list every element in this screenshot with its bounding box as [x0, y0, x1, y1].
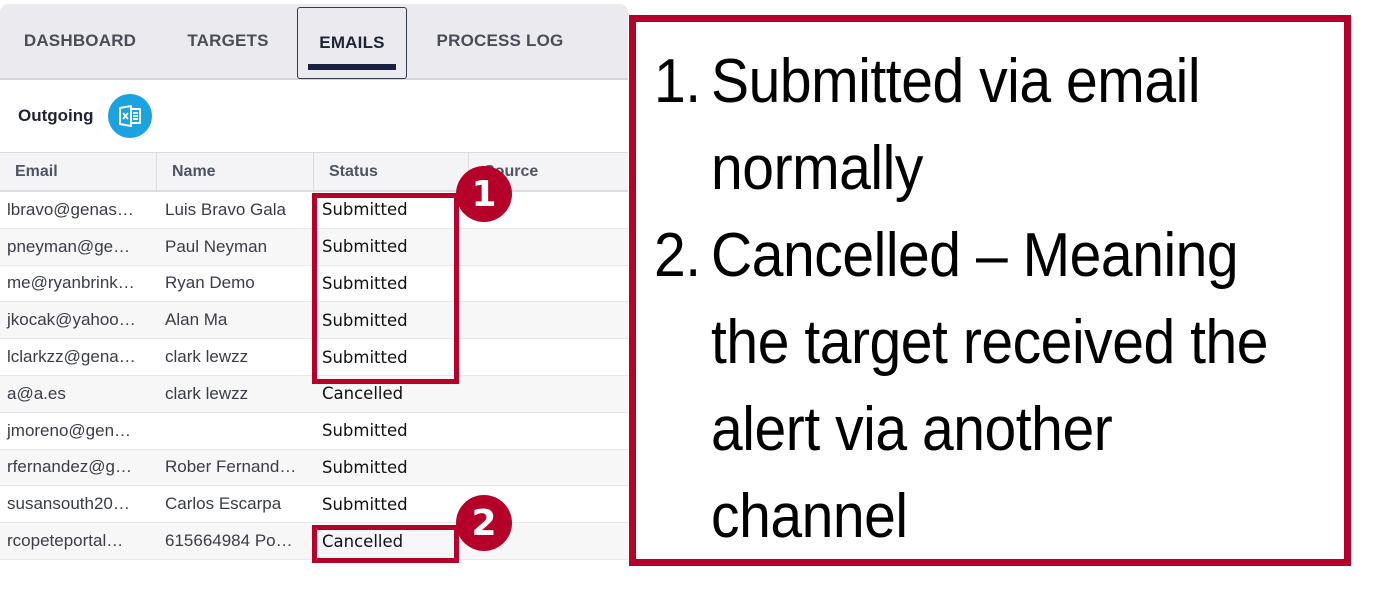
emails-panel: DASHBOARD TARGETS EMAILS PROCESS LOG Out…: [0, 4, 628, 584]
name-cell: clark lewzz: [165, 383, 249, 403]
name-cell: Paul Neyman: [165, 236, 268, 256]
source-cell: [469, 339, 628, 375]
table-row[interactable]: lclarkzz@gena… clark lewzz Submitted: [0, 339, 628, 376]
status-cell: Submitted: [322, 457, 408, 477]
export-excel-button[interactable]: [107, 94, 152, 138]
status-cell: Cancelled: [322, 384, 404, 404]
annotation-badge-2: 2: [456, 495, 512, 551]
status-cell: Submitted: [322, 237, 408, 257]
active-tab-indicator: [308, 64, 396, 70]
name-cell: Ryan Demo: [165, 273, 255, 293]
status-cell: Submitted: [322, 200, 408, 220]
tab-emails[interactable]: EMAILS: [297, 7, 407, 79]
source-cell: [469, 450, 628, 486]
callout-text: Submitted via email normally: [711, 47, 1201, 203]
section-header: Outgoing: [0, 80, 628, 152]
table-row[interactable]: jkocak@yahoo… Alan Ma Submitted: [0, 302, 628, 340]
status-cell: Submitted: [322, 494, 408, 514]
name-cell: Alan Ma: [165, 310, 228, 330]
tab-bar: DASHBOARD TARGETS EMAILS PROCESS LOG: [0, 4, 628, 80]
tab-label: TARGETS: [187, 31, 269, 50]
table-row[interactable]: me@ryanbrink… Ryan Demo Submitted: [0, 265, 628, 303]
email-cell: rcopeteportal…: [7, 531, 124, 551]
table-row[interactable]: lbravo@genas… Luis Bravo Gala Submitted: [0, 192, 628, 229]
annotation-badge-1: 1: [456, 166, 512, 222]
status-cell: Submitted: [322, 273, 408, 293]
name-cell: [157, 413, 314, 449]
status-cell: Submitted: [322, 421, 408, 441]
source-cell: [469, 229, 628, 265]
name-cell: Luis Bravo Gala: [165, 199, 286, 219]
table-body: lbravo@genas… Luis Bravo Gala Submitted …: [0, 192, 628, 560]
email-cell: rfernandez@g…: [7, 457, 132, 477]
status-cell: Cancelled: [322, 531, 404, 551]
table-row[interactable]: susansouth20… Carlos Escarpa Submitted: [0, 486, 628, 524]
source-cell: [469, 413, 628, 449]
tab-label: PROCESS LOG: [436, 31, 564, 50]
status-cell: Submitted: [322, 310, 408, 330]
email-cell: a@a.es: [7, 383, 66, 403]
email-cell: lbravo@genas…: [7, 199, 134, 219]
email-cell: jkocak@yahoo…: [7, 310, 136, 330]
table-row[interactable]: a@a.es clark lewzz Cancelled: [0, 375, 628, 413]
callout-item-1: 1. Submitted via email normally: [654, 38, 1289, 212]
name-cell: Rober Fernand…: [165, 457, 297, 477]
tab-label: EMAILS: [319, 33, 385, 52]
email-cell: me@ryanbrink…: [7, 273, 135, 293]
email-cell: jmoreno@gen…: [7, 420, 132, 440]
callout-number: 1.: [654, 47, 701, 116]
tab-dashboard[interactable]: DASHBOARD: [6, 4, 154, 78]
column-header-name[interactable]: Name: [157, 153, 314, 190]
legend-callout: 1. Submitted via email normally 2. Cance…: [629, 15, 1351, 566]
tab-targets[interactable]: TARGETS: [168, 4, 288, 78]
excel-export-icon: [118, 105, 141, 127]
source-cell: [469, 376, 628, 412]
table-row[interactable]: pneyman@ge… Paul Neyman Submitted: [0, 228, 628, 266]
source-cell: [469, 266, 628, 302]
callout-text: Cancelled – Meaning the target received …: [711, 221, 1269, 551]
source-cell: [469, 302, 628, 338]
emails-table: Email Name Status Source lbravo@genas… L…: [0, 152, 628, 560]
table-row[interactable]: rfernandez@g… Rober Fernand… Submitted: [0, 449, 628, 487]
section-title: Outgoing: [18, 106, 94, 125]
email-cell: pneyman@ge…: [7, 236, 131, 256]
column-header-status[interactable]: Status: [314, 153, 469, 190]
callout-item-2: 2. Cancelled – Meaning the target receiv…: [654, 212, 1289, 560]
email-cell: lclarkzz@gena…: [7, 347, 136, 367]
tab-label: DASHBOARD: [23, 31, 137, 50]
table-header: Email Name Status Source: [0, 152, 628, 192]
name-cell: Carlos Escarpa: [165, 494, 282, 514]
tab-process-log[interactable]: PROCESS LOG: [414, 4, 586, 78]
name-cell: clark lewzz: [165, 347, 249, 367]
name-cell: 615664984 Po…: [165, 531, 293, 551]
table-row[interactable]: rcopeteportal… 615664984 Po… Cancelled: [0, 523, 628, 560]
table-row[interactable]: jmoreno@gen… Submitted: [0, 412, 628, 450]
email-cell: susansouth20…: [7, 494, 130, 514]
callout-number: 2.: [654, 221, 701, 290]
column-header-email[interactable]: Email: [0, 153, 157, 190]
status-cell: Submitted: [322, 347, 408, 367]
